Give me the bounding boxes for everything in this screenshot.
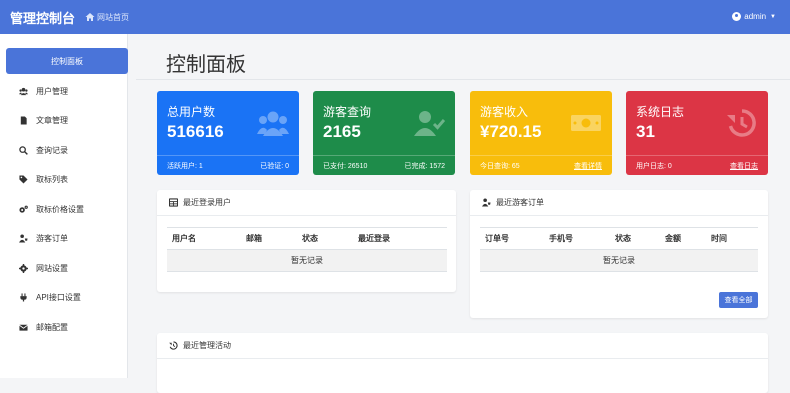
sidebar-item-tag-price-settings[interactable]: 取标价格设置 (6, 196, 128, 222)
sidebar-item-label: 邮箱配置 (36, 322, 68, 332)
table-icon (169, 198, 178, 207)
column-header: 手机号 (544, 227, 610, 250)
sidebar-item-label: 取标列表 (36, 174, 68, 184)
view-all-button[interactable]: 查看全部 (719, 292, 758, 308)
column-header: 用户名 (167, 227, 241, 250)
stat-card-guest-queries: 游客查询 2165 已支付: 26510 已完成: 1572 (313, 91, 455, 175)
sidebar-item-api-settings[interactable]: API接口设置 (6, 284, 128, 310)
sidebar-item-guest-orders[interactable]: 游客订单 (6, 225, 128, 251)
recent-orders-table: 订单号 手机号 状态 金额 时间 暂无记录 (480, 227, 758, 272)
sidebar-item-label: 文章管理 (36, 115, 68, 125)
sidebar-item-label: 取标价格设置 (36, 204, 84, 214)
panel-header: 最近游客订单 (470, 190, 768, 216)
stat-footer-left: 活跃用户: 1 (167, 162, 203, 170)
stat-footer-right: 已完成: 1572 (404, 162, 445, 170)
column-header: 状态 (297, 227, 353, 250)
stat-value: 31 (636, 122, 655, 141)
caret-down-icon: ▼ (770, 13, 776, 20)
sidebar-item-label: API接口设置 (36, 292, 81, 302)
user-name: admin (744, 12, 767, 21)
panel-header: 最近登录用户 (157, 190, 456, 216)
column-header: 状态 (610, 227, 660, 250)
stat-card-total-users: 总用户数 516616 活跃用户: 1 已验证: 0 (157, 91, 299, 175)
user-cart-icon (18, 233, 28, 243)
table-row: 暂无记录 (480, 249, 758, 272)
stat-label: 游客查询 (323, 105, 372, 119)
plug-icon (18, 292, 28, 302)
user-menu[interactable]: admin ▼ (732, 12, 776, 21)
users-icon (257, 111, 289, 136)
history-icon (169, 341, 178, 350)
table-header-row: 订单号 手机号 状态 金额 时间 (480, 227, 758, 250)
panel-title: 最近管理活动 (183, 341, 231, 350)
user-circle-icon (732, 12, 742, 21)
sidebar-item-label: 游客订单 (36, 233, 68, 243)
recent-activity-panel: 最近管理活动 (157, 333, 768, 393)
stat-label: 系统日志 (636, 105, 685, 119)
column-header: 最近登录 (353, 227, 447, 250)
column-header: 订单号 (480, 227, 544, 250)
brand-title[interactable]: 管理控制台 (10, 8, 75, 27)
sidebar-item-site-settings[interactable]: 网站设置 (6, 255, 128, 281)
user-check-icon (414, 111, 445, 136)
panel-title: 最近游客订单 (496, 198, 544, 207)
stat-label: 总用户数 (167, 105, 216, 119)
cogs-icon (18, 204, 28, 214)
recent-users-panel: 最近登录用户 用户名 邮箱 状态 最近登录 暂无记录 (157, 190, 456, 292)
stat-label: 游客收入 (480, 105, 529, 119)
sidebar-item-label: 查询记录 (36, 145, 68, 155)
home-link-label: 网站首页 (97, 12, 130, 22)
empty-message: 暂无记录 (480, 249, 758, 272)
home-icon (85, 13, 95, 21)
file-icon (18, 115, 28, 125)
stat-footer-right: 已验证: 0 (260, 162, 289, 170)
table-row: 暂无记录 (167, 249, 447, 272)
sidebar-item-label: 用户管理 (36, 86, 68, 96)
stat-footer-left: 用户日志: 0 (636, 162, 672, 170)
gear-icon (18, 263, 28, 273)
column-header: 金额 (660, 227, 706, 250)
envelope-icon (18, 322, 28, 332)
tag-icon (18, 174, 28, 184)
users-icon (18, 86, 28, 96)
home-link[interactable]: 网站首页 (85, 12, 129, 23)
empty-message: 暂无记录 (167, 249, 447, 272)
sidebar-item-tag-list[interactable]: 取标列表 (6, 166, 128, 192)
panel-title: 最近登录用户 (183, 198, 231, 207)
sidebar-item-mail-config[interactable]: 邮箱配置 (6, 314, 128, 340)
stat-footer-left: 今日查询: 65 (480, 162, 520, 170)
stat-footer-left: 已支付: 26510 (323, 162, 368, 170)
sidebar-item-label: 控制面板 (51, 56, 83, 66)
panel-header: 最近管理活动 (157, 333, 768, 359)
stat-footer: 已支付: 26510 已完成: 1572 (313, 155, 455, 175)
view-logs-link[interactable]: 查看日志 (730, 161, 758, 171)
sidebar-item-query-records[interactable]: 查询记录 (6, 137, 128, 163)
table-header-row: 用户名 邮箱 状态 最近登录 (167, 227, 447, 250)
stat-value: 2165 (323, 122, 361, 141)
title-divider (136, 79, 790, 80)
top-navbar: 管理控制台 网站首页 admin ▼ (0, 0, 790, 34)
sidebar-item-users[interactable]: 用户管理 (6, 78, 128, 104)
stat-card-guest-income: 游客收入 ¥720.15 今日查询: 65 查看详情 (470, 91, 612, 175)
search-icon (18, 145, 28, 155)
stat-footer: 今日查询: 65 查看详情 (470, 155, 612, 175)
stat-footer: 用户日志: 0 查看日志 (626, 155, 768, 175)
sidebar-item-dashboard[interactable]: 控制面板 (6, 48, 128, 74)
stat-value: 516616 (167, 122, 224, 141)
user-cart-icon (482, 198, 491, 207)
history-icon (727, 109, 756, 137)
stat-footer: 活跃用户: 1 已验证: 0 (157, 155, 299, 175)
sidebar: 控制面板 用户管理 文章管理 查询记录 取标列表 取标价格设置 游客订单 网站设… (0, 34, 128, 378)
column-header: 邮箱 (241, 227, 297, 250)
sidebar-item-articles[interactable]: 文章管理 (6, 107, 128, 133)
money-bill-icon (571, 115, 601, 131)
view-details-link[interactable]: 查看详情 (574, 161, 602, 171)
page-title: 控制面板 (166, 54, 246, 76)
column-header: 时间 (706, 227, 758, 250)
recent-users-table: 用户名 邮箱 状态 最近登录 暂无记录 (167, 227, 447, 272)
sidebar-item-label: 网站设置 (36, 263, 68, 273)
stat-card-system-logs: 系统日志 31 用户日志: 0 查看日志 (626, 91, 768, 175)
stat-value: ¥720.15 (480, 122, 542, 141)
